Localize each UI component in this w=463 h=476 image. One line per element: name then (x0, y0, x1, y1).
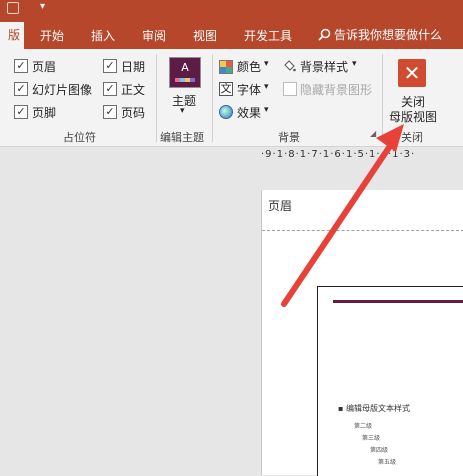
date-checkbox[interactable]: ✓ (103, 59, 117, 73)
horizontal-ruler[interactable]: ·9·1·8·1·7·1·6·1·5·1·4·1·3· (261, 149, 463, 161)
colors-icon (219, 60, 233, 74)
tab-review[interactable]: 审阅 (142, 27, 166, 44)
dialog-launcher-icon[interactable]: ◢ (370, 129, 376, 138)
fonts-button[interactable]: 字体 (237, 81, 261, 98)
tell-me-text: 告诉我你想要做什么 (334, 28, 443, 42)
date-checkbox-label: 日期 (121, 60, 146, 74)
colors-button[interactable]: 颜色 (237, 58, 261, 75)
level2-text: 第二级 (354, 423, 373, 430)
effects-button[interactable]: 效果 (237, 104, 261, 121)
group-divider (156, 54, 157, 142)
chevron-down-icon: ▾ (352, 59, 357, 69)
footer-checkbox[interactable]: ✓ (14, 105, 28, 119)
tab-slide-master[interactable]: 版 (0, 22, 24, 49)
slide-thumbnail[interactable]: ▪ 编辑母版文本样式 第二级 第三级 第四级 第五级 (317, 286, 463, 476)
level3-text: 第三级 (362, 435, 381, 442)
chevron-down-icon: ▾ (264, 59, 269, 69)
close-group-label: 关闭 (401, 131, 423, 144)
header-checkbox-label: 页眉 (32, 60, 57, 74)
edit-theme-group-label: 编辑主题 (160, 131, 204, 144)
footer-checkbox-label: 页脚 (32, 106, 57, 120)
quick-access-dropdown[interactable]: ▾ (40, 1, 45, 12)
close-master-view-icon[interactable]: ✕ (398, 59, 426, 87)
slide-image-checkbox-label: 幻灯片图像 (32, 83, 93, 97)
fonts-icon: 文 (219, 82, 233, 96)
title-rule (333, 300, 463, 303)
group-divider (212, 54, 213, 142)
presentation-icon (7, 2, 19, 14)
page-number-checkbox-label: 页码 (121, 106, 146, 120)
ribbon-tab-bar: 版 开始 插入 审阅 视图 开发工具 告诉我你想要做什么 (0, 18, 463, 49)
tab-insert[interactable]: 插入 (91, 27, 115, 44)
header-text: 页眉 (268, 199, 293, 213)
background-group-label: 背景 (278, 131, 300, 144)
header-placeholder[interactable]: 页眉 (262, 190, 463, 231)
theme-color-bars (175, 78, 195, 82)
hide-background-checkbox[interactable] (283, 82, 297, 96)
hide-background-label: 隐藏背景图形 (300, 83, 373, 97)
background-styles-button[interactable]: 背景样式 (300, 58, 348, 75)
search-icon (318, 28, 331, 41)
ribbon: ✓ 页眉 ✓ 日期 ✓ 幻灯片图像 ✓ 正文 ✓ 页脚 ✓ 页码 占位符 A 主… (0, 49, 463, 147)
slide-image-checkbox[interactable]: ✓ (14, 82, 28, 96)
page-number-checkbox[interactable]: ✓ (103, 105, 117, 119)
paint-bucket-icon (284, 60, 296, 72)
title-bar: ▾ (0, 0, 463, 18)
chevron-down-icon: ▾ (180, 106, 185, 116)
placeholders-group-label: 占位符 (63, 131, 96, 144)
group-divider (382, 54, 383, 142)
body-checkbox[interactable]: ✓ (103, 82, 117, 96)
body-text: ▪ 编辑母版文本样式 (338, 404, 410, 413)
theme-glyph: A (181, 61, 189, 74)
theme-icon[interactable]: A (169, 57, 201, 88)
level5-text: 第五级 (378, 459, 397, 466)
chevron-down-icon: ▾ (264, 82, 269, 92)
tab-developer[interactable]: 开发工具 (244, 27, 292, 44)
chevron-down-icon: ▾ (264, 105, 269, 115)
tab-home[interactable]: 开始 (40, 27, 64, 44)
body-text-label: 编辑母版文本样式 (345, 404, 410, 413)
level4-text: 第四级 (370, 447, 389, 454)
effects-icon (219, 105, 233, 119)
header-checkbox[interactable]: ✓ (14, 59, 28, 73)
close-button-line2[interactable]: 母版视图 (389, 108, 437, 125)
body-checkbox-label: 正文 (121, 83, 146, 97)
tell-me-search[interactable]: 告诉我你想要做什么 (318, 26, 442, 43)
tab-view[interactable]: 视图 (193, 27, 217, 44)
notes-page: 页眉 ▪ 编辑母版文本样式 第二级 第三级 第四级 第五级 (261, 190, 463, 476)
